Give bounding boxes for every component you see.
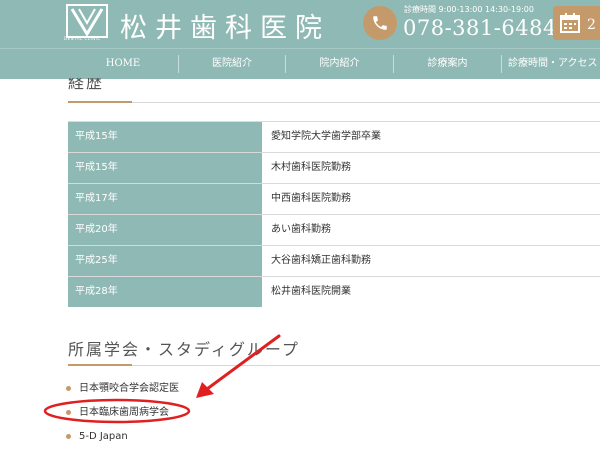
career-year: 平成17年 xyxy=(68,184,263,214)
office-hours: 診療時間 9:00-13:00 14:30-19:00 xyxy=(404,5,534,14)
phone-number[interactable]: 078-381-6484 xyxy=(403,16,557,40)
bullet-icon xyxy=(66,434,71,439)
career-description: 松井歯科医院開業 xyxy=(263,277,600,307)
main-nav: HOME 医院紹介 院内紹介 診療案内 診療時間・アクセス xyxy=(0,48,600,79)
society-name: 5-D Japan xyxy=(79,431,128,442)
list-item: 日本臨床歯周病学会 xyxy=(66,405,179,429)
calendar-icon xyxy=(560,13,580,33)
table-row: 平成20年 あい歯科勤務 xyxy=(68,214,600,245)
table-row: 平成15年 愛知学院大学歯学部卒業 xyxy=(68,121,600,152)
nav-divider xyxy=(501,55,502,73)
career-description: 大谷歯科矯正歯科勤務 xyxy=(263,246,600,276)
arrowhead-icon xyxy=(196,382,214,398)
career-heading-accent xyxy=(68,101,132,103)
site-header: DENTAL CLINIC 松井歯科医院 診療時間 9:00-13:00 14:… xyxy=(0,0,600,48)
bullet-icon xyxy=(66,386,71,391)
career-year: 平成25年 xyxy=(68,246,263,276)
career-description: 木村歯科医院勤務 xyxy=(263,153,600,183)
societies-heading-accent xyxy=(68,364,132,366)
society-name: 日本臨床歯周病学会 xyxy=(79,407,169,418)
table-row: 平成28年 松井歯科医院開業 xyxy=(68,276,600,307)
career-year: 平成15年 xyxy=(68,122,263,152)
list-item: 5-D Japan xyxy=(66,429,179,453)
career-year: 平成15年 xyxy=(68,153,263,183)
societies-list: 日本顎咬合学会認定医 日本臨床歯周病学会 5-D Japan xyxy=(66,381,179,453)
societies-heading: 所属学会・スタディグループ xyxy=(68,340,300,359)
society-name: 日本顎咬合学会認定医 xyxy=(79,383,179,394)
calendar-label: 2・ xyxy=(587,17,600,33)
nav-hours-access[interactable]: 診療時間・アクセス xyxy=(508,49,600,79)
career-description: あい歯科勤務 xyxy=(263,215,600,245)
career-table: 平成15年 愛知学院大学歯学部卒業 平成15年 木村歯科医院勤務 平成17年 中… xyxy=(68,121,600,307)
clinic-name[interactable]: 松井歯科医院 xyxy=(120,6,330,45)
phone-icon xyxy=(363,6,397,40)
career-description: 中西歯科医院勤務 xyxy=(263,184,600,214)
table-row: 平成15年 木村歯科医院勤務 xyxy=(68,152,600,183)
logo-caption: DENTAL CLINIC xyxy=(64,36,101,41)
table-row: 平成25年 大谷歯科矯正歯科勤務 xyxy=(68,245,600,276)
nav-home[interactable]: HOME xyxy=(68,49,178,79)
nav-treatment-info[interactable]: 診療案内 xyxy=(394,49,501,79)
bullet-icon xyxy=(66,410,71,415)
clinic-logo[interactable] xyxy=(66,4,108,40)
career-heading: 経歴 xyxy=(68,78,105,92)
career-year: 平成20年 xyxy=(68,215,263,245)
table-row: 平成17年 中西歯科医院勤務 xyxy=(68,183,600,214)
career-heading-underline xyxy=(68,102,600,103)
career-description: 愛知学院大学歯学部卒業 xyxy=(263,122,600,152)
societies-heading-underline xyxy=(68,365,600,366)
nav-facility-intro[interactable]: 院内紹介 xyxy=(286,49,393,79)
career-year: 平成28年 xyxy=(68,277,263,307)
calendar-button[interactable]: 2・ xyxy=(553,6,600,40)
list-item: 日本顎咬合学会認定医 xyxy=(66,381,179,405)
nav-clinic-intro[interactable]: 医院紹介 xyxy=(179,49,285,79)
